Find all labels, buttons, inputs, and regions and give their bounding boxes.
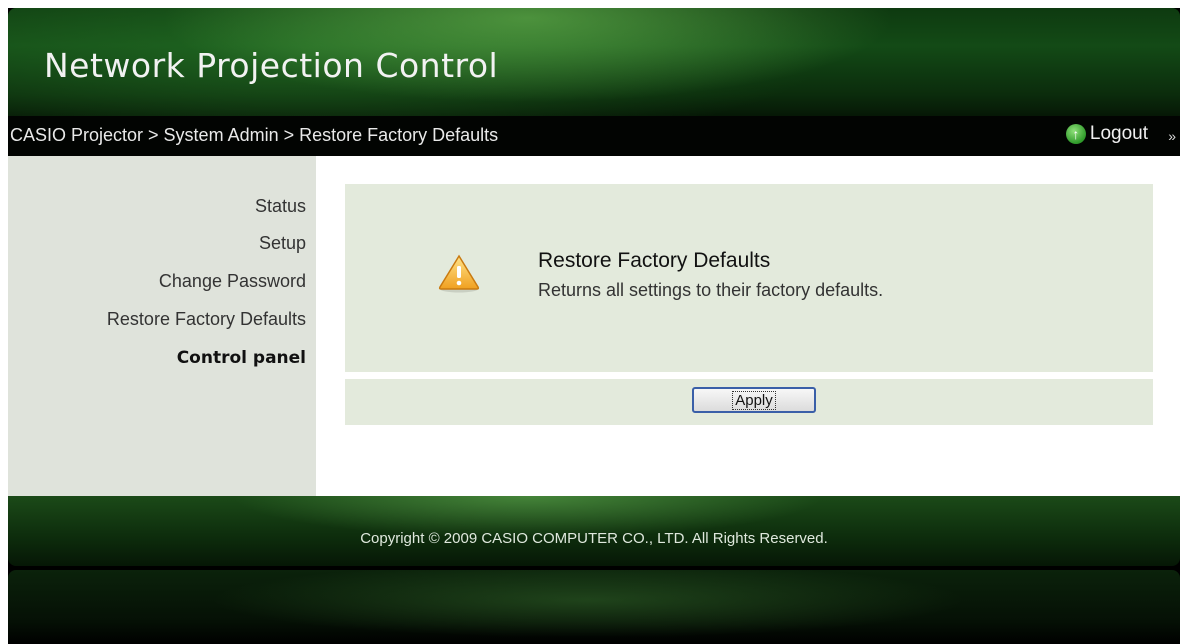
main-content: Restore Factory Defaults Returns all set… bbox=[316, 156, 1180, 496]
logout-link[interactable]: ↑ Logout bbox=[1065, 123, 1148, 145]
apply-row: Apply bbox=[345, 379, 1153, 425]
breadcrumb: CASIO Projector > System Admin > Restore… bbox=[10, 125, 499, 145]
header-banner: Network Projection Control bbox=[8, 8, 1180, 116]
warning-triangle-icon bbox=[438, 254, 480, 293]
up-arrow-circle-icon: ↑ bbox=[1065, 124, 1086, 144]
footer: Copyright © 2009 CASIO COMPUTER CO., LTD… bbox=[8, 496, 1180, 566]
panel-description: Returns all settings to their factory de… bbox=[538, 280, 884, 300]
double-chevron-right-icon[interactable]: » bbox=[1168, 128, 1176, 144]
breadcrumb-bar: CASIO Projector > System Admin > Restore… bbox=[8, 116, 1180, 156]
page-frame: Network Projection Control CASIO Project… bbox=[8, 8, 1180, 644]
sidebar: Status Setup Change Password Restore Fac… bbox=[8, 156, 316, 496]
logout-label: Logout bbox=[1089, 123, 1148, 144]
sidebar-item-setup[interactable]: Setup bbox=[259, 233, 306, 254]
sidebar-item-control-panel[interactable]: Control panel bbox=[177, 348, 306, 368]
apply-label: Apply bbox=[732, 390, 776, 410]
panel-title: Restore Factory Defaults bbox=[538, 249, 771, 272]
bottom-decoration bbox=[8, 570, 1180, 644]
sidebar-item-change-password[interactable]: Change Password bbox=[159, 271, 306, 292]
app-title: Network Projection Control bbox=[44, 46, 499, 85]
sidebar-item-status[interactable]: Status bbox=[255, 196, 306, 217]
apply-button[interactable]: Apply bbox=[692, 387, 816, 413]
sidebar-item-restore-factory-defaults[interactable]: Restore Factory Defaults bbox=[107, 309, 306, 330]
copyright-text: Copyright © 2009 CASIO COMPUTER CO., LTD… bbox=[360, 530, 828, 547]
restore-panel: Restore Factory Defaults Returns all set… bbox=[345, 184, 1153, 372]
